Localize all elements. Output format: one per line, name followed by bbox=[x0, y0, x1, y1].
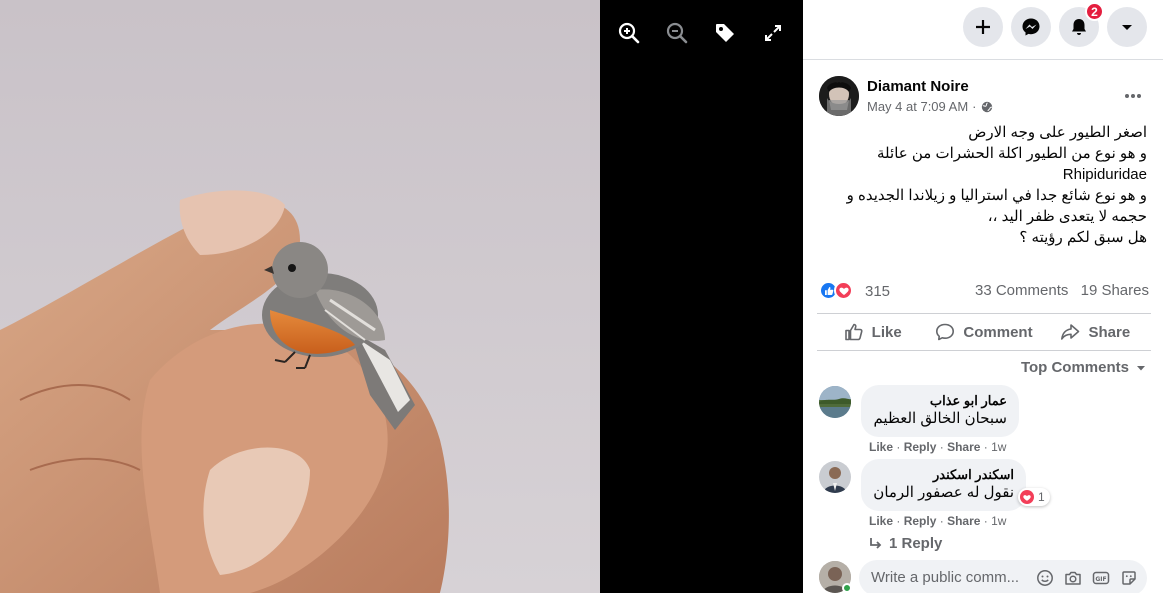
gif-icon[interactable]: GIF bbox=[1091, 568, 1111, 588]
comment-action-separator: · bbox=[896, 514, 901, 528]
shares-count[interactable]: 19 Shares bbox=[1081, 282, 1149, 299]
sort-label: Top Comments bbox=[1020, 359, 1129, 376]
comment-input[interactable] bbox=[871, 569, 1031, 586]
commenter-name[interactable]: اسكندر اسكندر bbox=[873, 467, 1014, 483]
post-actions: Like Comment Share bbox=[817, 313, 1151, 351]
commenter-avatar[interactable] bbox=[819, 386, 851, 418]
post-stats: 315 33 Comments 19 Shares bbox=[819, 278, 1149, 304]
comment-reply-link[interactable]: Reply bbox=[904, 440, 937, 454]
commenter-name[interactable]: عمار ابو عذاب bbox=[873, 393, 1007, 409]
meta-separator: · bbox=[972, 99, 977, 114]
comment-icon bbox=[936, 323, 955, 341]
globe-icon bbox=[981, 101, 992, 112]
reaction-count[interactable]: 315 bbox=[865, 283, 890, 300]
reply-arrow-icon bbox=[870, 537, 882, 549]
account-menu-button[interactable] bbox=[1107, 7, 1147, 47]
messenger-icon bbox=[1022, 18, 1040, 36]
top-bar: 2 bbox=[803, 0, 1163, 60]
comment-button[interactable]: Comment bbox=[928, 314, 1039, 350]
comment-share-link[interactable]: Share bbox=[947, 514, 980, 528]
post-timestamp[interactable]: May 4 at 7:09 AM bbox=[867, 99, 968, 114]
bell-icon bbox=[1072, 19, 1086, 35]
comment-reaction-count: 1 bbox=[1038, 490, 1045, 504]
post-meta: May 4 at 7:09 AM · bbox=[867, 99, 993, 114]
comment-bubble: عمار ابو عذاب سبحان الخالق العظيم bbox=[861, 385, 1019, 437]
love-reaction-icon bbox=[834, 281, 853, 300]
post-text-line: اصغر الطيور على وجه الارض bbox=[968, 124, 1147, 141]
share-icon bbox=[1061, 324, 1080, 340]
post-photo[interactable] bbox=[0, 0, 600, 593]
reaction-icons[interactable] bbox=[819, 281, 853, 300]
post-text-line: هل سبق لكم رؤيته ؟ bbox=[1019, 229, 1147, 246]
post-text: اصغر الطيور على وجه الارض و هو نوع من ال… bbox=[817, 122, 1147, 248]
post-header: Diamant Noire May 4 at 7:09 AM · bbox=[817, 74, 1157, 118]
comment-action-separator: · bbox=[939, 440, 944, 454]
post-text-line: Rhipiduridae bbox=[1062, 166, 1147, 183]
comment-action-separator: · bbox=[983, 440, 988, 454]
comment-time[interactable]: 1w bbox=[991, 440, 1006, 454]
post-text-line: و هو نوع من الطيور اكلة الحشرات من عائلة bbox=[877, 145, 1147, 162]
sticker-icon[interactable] bbox=[1119, 568, 1139, 588]
plus-icon bbox=[976, 20, 990, 34]
view-replies-link[interactable]: 1 Reply bbox=[869, 535, 942, 552]
comment-time[interactable]: 1w bbox=[991, 514, 1006, 528]
post-text-line: حجمه لا يتعدى ظفر اليد ،، bbox=[987, 208, 1147, 225]
replies-label: 1 Reply bbox=[889, 535, 943, 552]
svg-text:GIF: GIF bbox=[1095, 576, 1106, 583]
comment-action-separator: · bbox=[939, 514, 944, 528]
comment-actions: Like · Reply · Share · 1w bbox=[869, 514, 1006, 528]
comment-reply-link[interactable]: Reply bbox=[904, 514, 937, 528]
post-text-line: و هو نوع شائع جدا في استراليا و زيلاندا … bbox=[846, 187, 1147, 204]
emoji-icon[interactable] bbox=[1035, 568, 1055, 588]
thumbs-up-icon bbox=[844, 323, 863, 341]
post-panel: 2 Diamant Noire May 4 at 7:09 AM · اصغر … bbox=[803, 0, 1163, 593]
comments-count[interactable]: 33 Comments bbox=[975, 282, 1068, 299]
photo-viewer bbox=[0, 0, 803, 593]
comment-share-link[interactable]: Share bbox=[947, 440, 980, 454]
more-dots-icon bbox=[1125, 94, 1141, 98]
share-label: Share bbox=[1088, 323, 1131, 341]
love-reaction-icon bbox=[1020, 490, 1034, 504]
comment-like-link[interactable]: Like bbox=[869, 440, 893, 454]
comment-composer: GIF bbox=[859, 560, 1147, 593]
comment-actions: Like · Reply · Share · 1w bbox=[869, 440, 1006, 454]
comment-text: سبحان الخالق العظيم bbox=[873, 410, 1007, 427]
author-name[interactable]: Diamant Noire bbox=[867, 78, 969, 95]
comment-like-link[interactable]: Like bbox=[869, 514, 893, 528]
caret-down-icon bbox=[1137, 365, 1145, 370]
online-status-indicator bbox=[842, 583, 852, 593]
bird-on-finger-image bbox=[0, 0, 600, 593]
comment-sort-dropdown[interactable]: Top Comments bbox=[1021, 359, 1147, 376]
zoom-in-icon[interactable] bbox=[616, 20, 642, 46]
tag-icon[interactable] bbox=[712, 20, 738, 46]
messenger-button[interactable] bbox=[1011, 7, 1051, 47]
caret-down-icon bbox=[1122, 25, 1132, 30]
like-label: Like bbox=[871, 323, 902, 341]
comment-reaction-badge[interactable]: 1 bbox=[1018, 488, 1050, 506]
like-button[interactable]: Like bbox=[817, 314, 928, 350]
fullscreen-icon[interactable] bbox=[760, 20, 786, 46]
comment-bubble: اسكندر اسكندر نقول له عصفور الرمان bbox=[861, 459, 1026, 511]
commenter-avatar[interactable] bbox=[819, 461, 851, 493]
create-button[interactable] bbox=[963, 7, 1003, 47]
author-avatar[interactable] bbox=[819, 76, 859, 116]
facebook-photo-viewer: 2 Diamant Noire May 4 at 7:09 AM · اصغر … bbox=[0, 0, 1163, 593]
share-button[interactable]: Share bbox=[1040, 314, 1151, 350]
comment-label: Comment bbox=[963, 323, 1033, 341]
post-options-button[interactable] bbox=[1121, 84, 1145, 108]
comment-action-separator: · bbox=[896, 440, 901, 454]
zoom-out-icon[interactable] bbox=[664, 20, 690, 46]
comment-text: نقول له عصفور الرمان bbox=[873, 484, 1014, 501]
comment-action-separator: · bbox=[983, 514, 988, 528]
camera-icon[interactable] bbox=[1063, 568, 1083, 588]
notification-badge: 2 bbox=[1085, 2, 1104, 21]
